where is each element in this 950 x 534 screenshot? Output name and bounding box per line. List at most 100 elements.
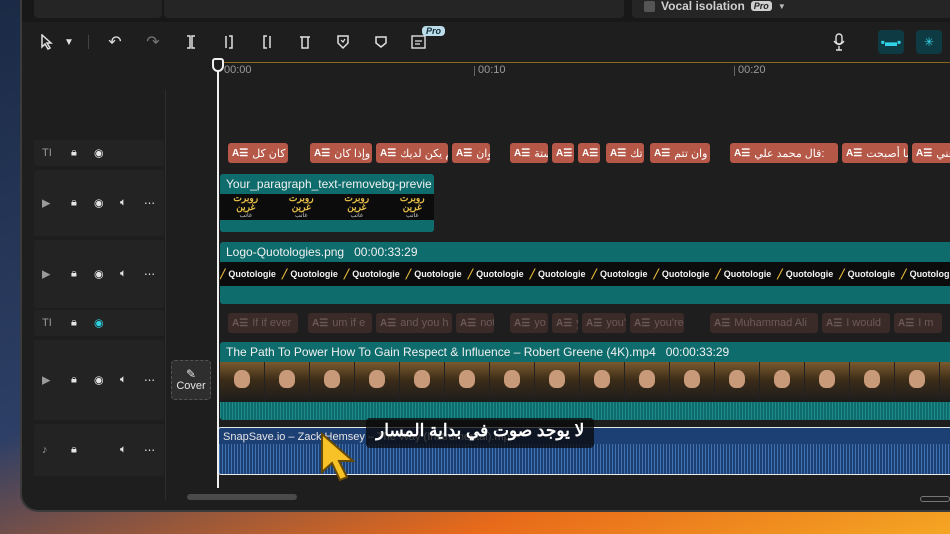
text-clip-label: um if e bbox=[332, 317, 366, 329]
eye-icon[interactable]: ◉ bbox=[94, 268, 104, 281]
shield-mark-icon[interactable] bbox=[332, 31, 354, 53]
volume-icon[interactable]: 🔈︎ bbox=[120, 197, 127, 210]
track-header-main-video: ▶ 🔒︎ ◉ 🔈︎ ⋯ bbox=[34, 340, 164, 420]
text-clip-label: قال محمد علي: bbox=[754, 147, 825, 160]
text-clip[interactable]: A☰ولم يكن لديك bbox=[376, 143, 448, 163]
vocal-isolation-checkbox[interactable] bbox=[644, 0, 655, 12]
volume-icon[interactable]: 🔈︎ bbox=[120, 444, 127, 457]
text-clip-label: وان تتم bbox=[674, 147, 708, 160]
text-clip[interactable]: A☰ um if e bbox=[308, 313, 372, 333]
text-clip[interactable]: A☰ bbox=[552, 143, 574, 163]
undo-icon[interactable]: ↶ bbox=[104, 31, 126, 53]
trim-right-icon[interactable] bbox=[256, 31, 278, 53]
lock-icon[interactable]: 🔒︎ bbox=[71, 374, 77, 387]
shield-icon[interactable] bbox=[370, 31, 392, 53]
snap-toggle-icon[interactable]: ✳ bbox=[916, 30, 942, 54]
playhead[interactable] bbox=[217, 60, 219, 488]
delete-icon[interactable] bbox=[294, 31, 316, 53]
text-clip-label: وان تك bbox=[630, 147, 644, 160]
logo-clip-caption: Logo-Quotologies.png 00:00:33:29 bbox=[226, 245, 418, 259]
text-clip[interactable]: A☰ستة bbox=[510, 143, 548, 163]
text-clip-label: وإذا كان bbox=[334, 147, 371, 160]
text-clip-label: I would bbox=[846, 317, 882, 329]
text-clip[interactable]: A☰ Muhammad Ali bbox=[710, 313, 818, 333]
cover-button[interactable]: ✎ Cover bbox=[171, 360, 211, 400]
chevron-down-icon[interactable]: ▼ bbox=[58, 31, 80, 53]
ruler-label: 00:20 bbox=[738, 64, 766, 76]
zoom-slider[interactable] bbox=[920, 496, 950, 502]
text-clip[interactable]: A☰لما أصبحت bbox=[842, 143, 908, 163]
track-header-text-2: TI 🔒︎ ◉ bbox=[34, 310, 164, 336]
horizontal-scrollbar[interactable] bbox=[187, 494, 297, 500]
logo-thumbnails: QuotologieQuotologieQuotologieQuotologie… bbox=[220, 262, 950, 286]
eye-icon[interactable]: ◉ bbox=[94, 197, 104, 210]
mouse-cursor-icon bbox=[316, 430, 368, 491]
text-clip[interactable]: A☰أعني bbox=[912, 143, 950, 163]
eye-hidden-icon[interactable]: ◉ bbox=[94, 317, 104, 330]
trim-left-icon[interactable] bbox=[218, 31, 240, 53]
timeline-ruler[interactable]: 00:00 00:10 00:20 bbox=[218, 60, 950, 86]
redo-icon[interactable]: ↷ bbox=[142, 31, 164, 53]
text-clip[interactable]: A☰إذا كان كل bbox=[228, 143, 288, 163]
text-clip-label: y bbox=[576, 317, 578, 329]
text-clip-label: you' bbox=[606, 317, 626, 329]
text-clip[interactable]: A☰وان تك bbox=[606, 143, 644, 163]
text-clip[interactable]: A☰ you' bbox=[582, 313, 626, 333]
ruler-label: 00:00 bbox=[224, 64, 252, 76]
text-clip[interactable]: A☰وان bbox=[452, 143, 490, 163]
text-clip-label: Muhammad Ali bbox=[734, 317, 807, 329]
volume-icon[interactable]: 🔈︎ bbox=[120, 374, 127, 387]
text-track-icon: TI bbox=[42, 317, 52, 329]
text-clip[interactable]: A☰ and you h bbox=[376, 313, 452, 333]
top-panel-center bbox=[164, 0, 624, 18]
text-clip-label: and you h bbox=[400, 317, 449, 329]
playhead-handle[interactable] bbox=[212, 58, 224, 72]
lock-icon[interactable]: 🔒︎ bbox=[71, 317, 77, 330]
logo-clip[interactable]: Logo-Quotologies.png 00:00:33:29 Quotolo… bbox=[220, 242, 950, 304]
chevron-down-icon[interactable]: ▼ bbox=[778, 2, 786, 11]
split-icon[interactable] bbox=[180, 31, 202, 53]
more-icon[interactable]: ⋯ bbox=[144, 197, 155, 210]
timeline-toolbar: ▼ ↶ ↷ Pro ▪▬▪ ✳ bbox=[22, 24, 950, 60]
lock-icon[interactable]: 🔒︎ bbox=[71, 268, 77, 281]
text-clip[interactable]: A☰ وإذا كان bbox=[310, 143, 372, 163]
more-icon[interactable]: ⋯ bbox=[144, 444, 155, 457]
video-track-icon: ▶ bbox=[42, 268, 51, 281]
text-clip[interactable]: A☰ I m bbox=[894, 313, 942, 333]
text-track-icon: TI bbox=[42, 147, 52, 159]
eye-icon[interactable]: ◉ bbox=[94, 147, 104, 160]
ruler-tick bbox=[734, 66, 735, 76]
text-clip[interactable]: A☰ If if ever bbox=[228, 313, 298, 333]
vocal-isolation[interactable]: Vocal isolation Pro ▼ bbox=[644, 0, 786, 13]
eye-icon[interactable]: ◉ bbox=[94, 374, 104, 387]
video-track-icon: ▶ bbox=[42, 374, 51, 387]
main-video-clip[interactable]: The Path To Power How To Gain Respect & … bbox=[220, 342, 950, 420]
volume-icon[interactable]: 🔈︎ bbox=[120, 268, 127, 281]
lock-icon[interactable]: 🔒︎ bbox=[71, 444, 77, 457]
lock-icon[interactable]: 🔒︎ bbox=[71, 147, 77, 160]
track-header-overlay: ▶ 🔒︎ ◉ 🔈︎ ⋯ bbox=[34, 170, 164, 236]
toolbar-separator bbox=[88, 35, 89, 49]
cover-label: Cover bbox=[176, 380, 206, 392]
text-clip[interactable]: A☰ I would bbox=[822, 313, 890, 333]
overlay-thumb: روبرت غرين غاتب bbox=[344, 192, 370, 219]
pro-badge: Pro bbox=[422, 26, 446, 36]
lock-icon[interactable]: 🔒︎ bbox=[71, 197, 77, 210]
text-clip-label: لما أصبحت bbox=[866, 147, 908, 160]
text-clip[interactable]: A☰ bbox=[578, 143, 600, 163]
text-clip[interactable]: A☰y bbox=[552, 313, 578, 333]
cursor-arrow-icon[interactable] bbox=[36, 31, 58, 53]
overlay-thumb: روبرت غرين غاتب bbox=[288, 192, 314, 219]
text-clip[interactable]: A☰ yo bbox=[510, 313, 548, 333]
overlay-clip[interactable]: Your_paragraph_text-removebg-previe روبر… bbox=[220, 174, 434, 232]
text-clip[interactable]: A☰ قال محمد علي: bbox=[730, 143, 838, 163]
text-clip[interactable]: A☰ not bbox=[456, 313, 494, 333]
text-clip[interactable]: A☰ you're bbox=[630, 313, 684, 333]
text-clip[interactable]: A☰ وان تتم bbox=[650, 143, 710, 163]
more-icon[interactable]: ⋯ bbox=[144, 374, 155, 387]
more-icon[interactable]: ⋯ bbox=[144, 268, 155, 281]
track-headers: TI 🔒︎ ◉ ▶ 🔒︎ ◉ 🔈︎ ⋯ ▶ 🔒︎ ◉ 🔈︎ ⋯ TI 🔒︎ ◉ … bbox=[34, 90, 164, 500]
link-toggle-icon[interactable]: ▪▬▪ bbox=[878, 30, 904, 54]
top-panel-left bbox=[34, 0, 162, 18]
microphone-icon[interactable] bbox=[828, 31, 850, 53]
